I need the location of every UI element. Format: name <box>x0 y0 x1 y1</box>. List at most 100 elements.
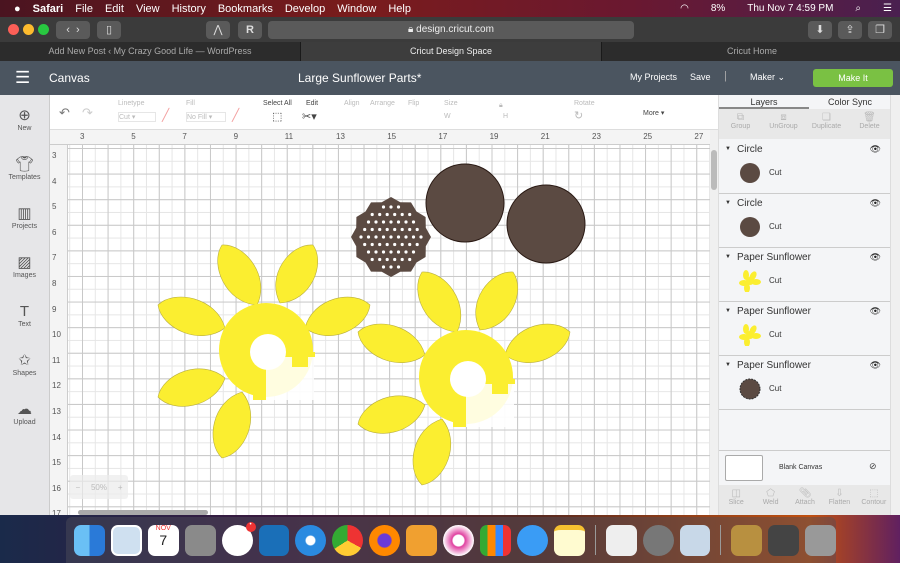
fill-select[interactable]: No Fill ▾ <box>186 112 226 122</box>
calendar-icon[interactable]: NOV 7 <box>147 524 179 556</box>
layer-item[interactable]: ▼ Paper Sunflower 👁︎ Cut <box>719 302 891 356</box>
sunflower-petal[interactable] <box>504 323 571 363</box>
apple-icon[interactable]: ● <box>14 3 21 15</box>
preview-icon[interactable] <box>110 524 142 556</box>
center-hole[interactable] <box>411 220 416 224</box>
center-hole[interactable] <box>408 242 412 247</box>
center-hole[interactable] <box>419 235 423 239</box>
canvas-scrollbar[interactable] <box>710 130 718 515</box>
center-hole[interactable] <box>400 242 404 247</box>
collapse-arrow-icon[interactable]: ▼ <box>725 254 731 260</box>
more-menu-button[interactable]: More ▾ <box>643 109 664 117</box>
brown-circle[interactable] <box>506 184 586 264</box>
sunflower-petal[interactable] <box>157 368 226 407</box>
center-hole[interactable] <box>389 235 393 239</box>
sidebar-item-text[interactable]: T Text <box>0 291 49 340</box>
sunflower-petal[interactable] <box>157 296 226 337</box>
center-hole[interactable] <box>400 257 404 262</box>
center-hole[interactable] <box>374 220 378 224</box>
zoom-window-button[interactable] <box>38 24 49 35</box>
center-hole[interactable] <box>378 227 382 232</box>
wifi-icon[interactable]: ◠ <box>680 3 689 14</box>
center-hole[interactable] <box>400 227 404 232</box>
sunflower-petal[interactable] <box>412 418 452 486</box>
center-hole[interactable] <box>408 227 412 232</box>
numbers-icon[interactable] <box>479 524 511 556</box>
sunflower-petal[interactable] <box>475 271 518 331</box>
center-hole[interactable] <box>366 235 371 239</box>
textedit-icon[interactable] <box>605 524 637 556</box>
center-hole[interactable] <box>374 235 378 239</box>
finder-icon[interactable] <box>74 524 105 556</box>
tabs-overview-icon[interactable]: ❐ <box>868 21 892 39</box>
lock-aspect-icon[interactable]: 🔒︎ <box>499 102 503 110</box>
tab-cricut-home[interactable]: Cricut Home <box>602 42 900 61</box>
flip-button[interactable]: Flip <box>408 100 419 107</box>
sunflower-petal[interactable] <box>417 271 462 333</box>
sunflower-petal[interactable] <box>217 244 262 306</box>
center-hole[interactable] <box>400 212 404 217</box>
sidebar-toggle-icon[interactable]: ▯ <box>97 21 121 39</box>
attach-button[interactable]: 📎︎ Attach <box>788 485 822 515</box>
center-hole[interactable] <box>393 227 397 232</box>
center-hole[interactable] <box>378 257 382 262</box>
center-hole[interactable] <box>363 242 367 247</box>
sidebar-item-images[interactable]: ▨ Images <box>0 242 49 291</box>
undo-icon[interactable]: ↶ <box>59 105 70 121</box>
menu-edit[interactable]: Edit <box>105 3 124 15</box>
eye-icon[interactable]: 👁︎ <box>870 360 881 371</box>
layer-item[interactable]: ▼ Paper Sunflower 👁︎ Cut <box>719 356 891 410</box>
center-hole[interactable] <box>385 257 389 262</box>
width-field[interactable]: W <box>444 113 451 120</box>
tab-cricut-design-space[interactable]: Cricut Design Space <box>301 42 602 61</box>
eye-icon[interactable]: 👁︎ <box>870 252 881 263</box>
extension-icon[interactable]: ⋀ <box>206 21 230 39</box>
back-forward-buttons[interactable]: ‹ › <box>56 21 90 39</box>
center-hole[interactable] <box>366 250 371 254</box>
center-hole[interactable] <box>393 212 397 217</box>
center-hole[interactable] <box>381 220 386 224</box>
center-hole[interactable] <box>378 242 382 247</box>
contour-button[interactable]: ⬚ Contour <box>857 485 891 515</box>
reader-extension-icon[interactable]: R <box>238 21 262 39</box>
center-hole[interactable] <box>408 257 412 262</box>
sunflower-petal[interactable] <box>357 323 426 364</box>
design-canvas[interactable]: − 50% + <box>68 145 710 515</box>
menu-list-icon[interactable]: ☰ <box>883 3 892 14</box>
calculator-icon[interactable] <box>184 524 216 556</box>
collapse-arrow-icon[interactable]: ▼ <box>725 146 731 152</box>
arrange-button[interactable]: Arrange <box>370 100 395 107</box>
center-hole[interactable] <box>381 205 386 209</box>
layer-item[interactable]: ▼ Paper Sunflower 👁︎ Cut <box>719 248 891 302</box>
slack-icon[interactable]: • <box>221 521 256 556</box>
center-hole[interactable] <box>370 212 374 217</box>
eye-icon[interactable]: 👁︎ <box>870 144 881 155</box>
window-stack-icon[interactable] <box>768 524 800 556</box>
align-button[interactable]: Align <box>344 100 360 107</box>
tab-layers[interactable]: Layers <box>719 95 809 109</box>
chrome-icon[interactable] <box>332 524 364 556</box>
my-projects-link[interactable]: My Projects <box>630 72 677 82</box>
messages-icon[interactable] <box>516 524 548 556</box>
menu-develop[interactable]: Develop <box>285 3 325 15</box>
center-hole[interactable] <box>411 250 416 254</box>
flatten-button[interactable]: ⇩ Flatten <box>822 485 856 515</box>
center-hole[interactable] <box>393 242 397 247</box>
brown-circle[interactable] <box>425 163 505 243</box>
menu-window[interactable]: Window <box>337 3 376 15</box>
center-hole[interactable] <box>378 212 382 217</box>
center-hole[interactable] <box>381 235 386 239</box>
ring-tab-base[interactable] <box>485 379 515 384</box>
linetype-select[interactable]: Cut ▾ <box>118 112 156 122</box>
center-hole[interactable] <box>389 205 393 209</box>
ring-tab-base[interactable] <box>285 352 315 357</box>
pages-icon[interactable] <box>406 524 438 556</box>
center-hole[interactable] <box>396 205 401 209</box>
center-hole[interactable] <box>396 235 401 239</box>
eye-icon[interactable]: 👁︎ <box>870 306 881 317</box>
sunflower-petal[interactable] <box>212 391 252 459</box>
center-hole[interactable] <box>359 235 363 239</box>
notes-icon[interactable] <box>553 524 585 556</box>
sidebar-item-upload[interactable]: ☁ Upload <box>0 389 49 438</box>
ring-hole[interactable] <box>250 334 286 370</box>
